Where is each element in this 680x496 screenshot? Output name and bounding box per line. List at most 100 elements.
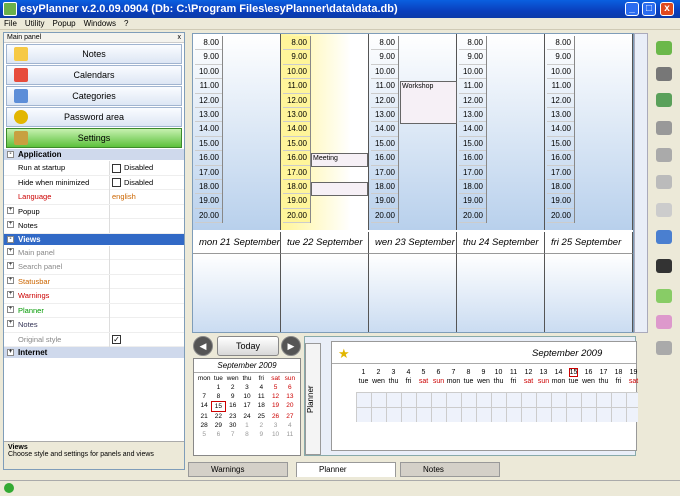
checkbox[interactable] bbox=[112, 163, 121, 173]
close-button[interactable]: x bbox=[660, 2, 674, 16]
day-cell[interactable] bbox=[197, 383, 211, 392]
day-cell[interactable]: 28 bbox=[197, 421, 211, 430]
day-cell[interactable]: 1 bbox=[240, 421, 254, 430]
day-cell[interactable]: 25 bbox=[254, 412, 268, 421]
tab-warnings[interactable]: Warnings bbox=[188, 462, 288, 477]
day-cell[interactable]: 9 bbox=[254, 430, 268, 439]
nav-calendars-button[interactable]: Calendars bbox=[6, 65, 182, 85]
day-cell[interactable]: 11 bbox=[254, 392, 268, 401]
day-cell[interactable]: 4 bbox=[283, 421, 297, 430]
group-application[interactable]: - Application bbox=[4, 149, 184, 161]
previous-week-button[interactable]: ◀ bbox=[193, 336, 213, 356]
day-cell[interactable]: 13 bbox=[283, 392, 297, 401]
expand-icon[interactable]: + bbox=[7, 291, 14, 298]
day-cell[interactable]: 3 bbox=[268, 421, 282, 430]
setting-value[interactable]: Disabled bbox=[112, 176, 153, 190]
planner-day[interactable]: 1 tue bbox=[356, 368, 371, 386]
today-button[interactable]: Today bbox=[217, 336, 279, 356]
maximize-button[interactable]: □ bbox=[642, 2, 656, 16]
planner-day[interactable]: 9 wen bbox=[476, 368, 491, 386]
day-cell[interactable]: 12 bbox=[268, 392, 282, 401]
nav-password-button[interactable]: Password area bbox=[6, 107, 182, 127]
minimize-button[interactable]: _ bbox=[625, 2, 639, 16]
expand-icon[interactable]: + bbox=[7, 262, 14, 269]
setting-value[interactable]: ✓ bbox=[112, 333, 124, 347]
day-cell[interactable]: 10 bbox=[268, 430, 282, 439]
day-header[interactable]: fri 25 September bbox=[545, 232, 633, 254]
setting-value[interactable]: Disabled bbox=[112, 161, 153, 175]
planner-day[interactable]: 7 mon bbox=[446, 368, 461, 386]
expand-icon[interactable]: + bbox=[7, 221, 14, 228]
week-schedule[interactable]: 8.00 9.00 10.00 11.00 12.00 13.00 14.00 15.00 16… bbox=[192, 33, 634, 333]
tab-planner[interactable]: Planner bbox=[296, 462, 396, 477]
expand-icon[interactable]: + bbox=[7, 247, 14, 255]
planner-day[interactable]: 19 sat bbox=[626, 368, 641, 386]
day-cell[interactable]: 2 bbox=[254, 421, 268, 430]
day-cell[interactable]: 24 bbox=[240, 412, 254, 421]
collapse-icon[interactable]: - bbox=[7, 235, 14, 243]
planner-day[interactable]: 18 fri bbox=[611, 368, 626, 386]
vertical-scrollbar[interactable] bbox=[634, 33, 648, 333]
event-block[interactable] bbox=[311, 182, 368, 196]
planner-day[interactable]: 6 sun bbox=[431, 368, 446, 386]
planner-day[interactable]: 4 fri bbox=[401, 368, 416, 386]
day-column[interactable]: 8.00 9.00 10.00 11.00 12.00 13.00 14.00 15.00 16… bbox=[369, 34, 457, 230]
print-icon[interactable] bbox=[656, 67, 672, 81]
add-event-icon[interactable] bbox=[656, 93, 672, 107]
expand-icon[interactable]: + bbox=[7, 320, 14, 327]
day-cell[interactable]: 29 bbox=[211, 421, 225, 430]
refresh-icon[interactable] bbox=[656, 230, 672, 244]
planner-day[interactable]: 2 wen bbox=[371, 368, 386, 386]
tab-notes[interactable]: Notes bbox=[400, 462, 500, 477]
day-header[interactable]: wen 23 September bbox=[369, 232, 457, 254]
day-header[interactable]: mon 21 September bbox=[193, 232, 281, 254]
planner-day[interactable]: 8 tue bbox=[461, 368, 476, 386]
view-planner[interactable]: + Planner bbox=[4, 303, 184, 318]
planner-day[interactable]: 13 sun bbox=[536, 368, 551, 386]
add-note-icon[interactable] bbox=[656, 41, 672, 55]
day-cell[interactable]: 18 bbox=[254, 401, 268, 412]
day-cell[interactable]: 4 bbox=[254, 383, 268, 392]
day-cell[interactable]: 5 bbox=[197, 430, 211, 439]
all-day-area[interactable] bbox=[457, 254, 545, 332]
expand-icon[interactable]: + bbox=[7, 349, 14, 356]
planner-day[interactable]: 10 thu bbox=[491, 368, 506, 386]
day-cell[interactable]: 20 bbox=[283, 401, 297, 412]
planner-day[interactable]: 12 sat bbox=[521, 368, 536, 386]
day-cell[interactable]: 6 bbox=[211, 430, 225, 439]
camera-icon[interactable] bbox=[656, 259, 672, 273]
menu-utility[interactable]: Utility bbox=[21, 18, 49, 30]
day-cell[interactable]: 9 bbox=[226, 392, 240, 401]
view-warnings[interactable]: + Warnings bbox=[4, 289, 184, 304]
day-cell[interactable]: 3 bbox=[240, 383, 254, 392]
expand-icon[interactable]: + bbox=[7, 206, 14, 214]
day-header[interactable]: tue 22 September bbox=[281, 232, 369, 254]
planner-day[interactable]: 11 fri bbox=[506, 368, 521, 386]
menu-help[interactable]: ? bbox=[120, 18, 132, 30]
day-cell[interactable]: 7 bbox=[226, 430, 240, 439]
planner-day[interactable]: 17 thu bbox=[596, 368, 611, 386]
checkbox[interactable] bbox=[112, 178, 121, 188]
group-internet[interactable]: + Internet bbox=[4, 347, 184, 359]
day-column[interactable]: 8.00 9.00 10.00 11.00 12.00 13.00 14.00 15.00 16… bbox=[457, 34, 545, 230]
day-cell[interactable]: 14 bbox=[197, 401, 211, 412]
day-cell[interactable]: 10 bbox=[240, 392, 254, 401]
day-cell[interactable]: 7 bbox=[197, 392, 211, 401]
day-cell[interactable]: 30 bbox=[226, 421, 240, 430]
day-cell[interactable]: 11 bbox=[283, 430, 297, 439]
day-cell[interactable]: 5 bbox=[268, 383, 282, 392]
copy-icon[interactable] bbox=[656, 175, 672, 189]
expand-icon[interactable]: + bbox=[7, 305, 14, 313]
day-cell[interactable]: 27 bbox=[283, 412, 297, 421]
view-search-panel[interactable]: + Search panel bbox=[4, 260, 184, 275]
mini-calendar-grid[interactable]: mon tue wen thu fri sat sun 1 2 3 4 5 6 7 8 9 10 11 12 13 14… bbox=[194, 373, 300, 440]
add-category-icon[interactable] bbox=[656, 289, 672, 303]
day-column[interactable]: 8.00 9.00 10.00 11.00 12.00 13.00 14.00 15.00 16… bbox=[193, 34, 281, 230]
day-cell[interactable]: 23 bbox=[226, 412, 240, 421]
archive-icon[interactable] bbox=[656, 341, 672, 355]
planner-grid[interactable]: ★ September 2009 1 tue 2 wen 3 thu 4 fri 5 sat 6 sun… bbox=[331, 341, 638, 451]
all-day-area[interactable] bbox=[281, 254, 369, 332]
view-notes[interactable]: + Notes bbox=[4, 318, 184, 333]
day-column[interactable]: 8.00 9.00 10.00 11.00 12.00 13.00 14.00 15.00 16… bbox=[281, 34, 369, 230]
mini-calendar[interactable]: September 2009 mon tue wen thu fri sat sun 1 2 3 4… bbox=[193, 358, 301, 456]
